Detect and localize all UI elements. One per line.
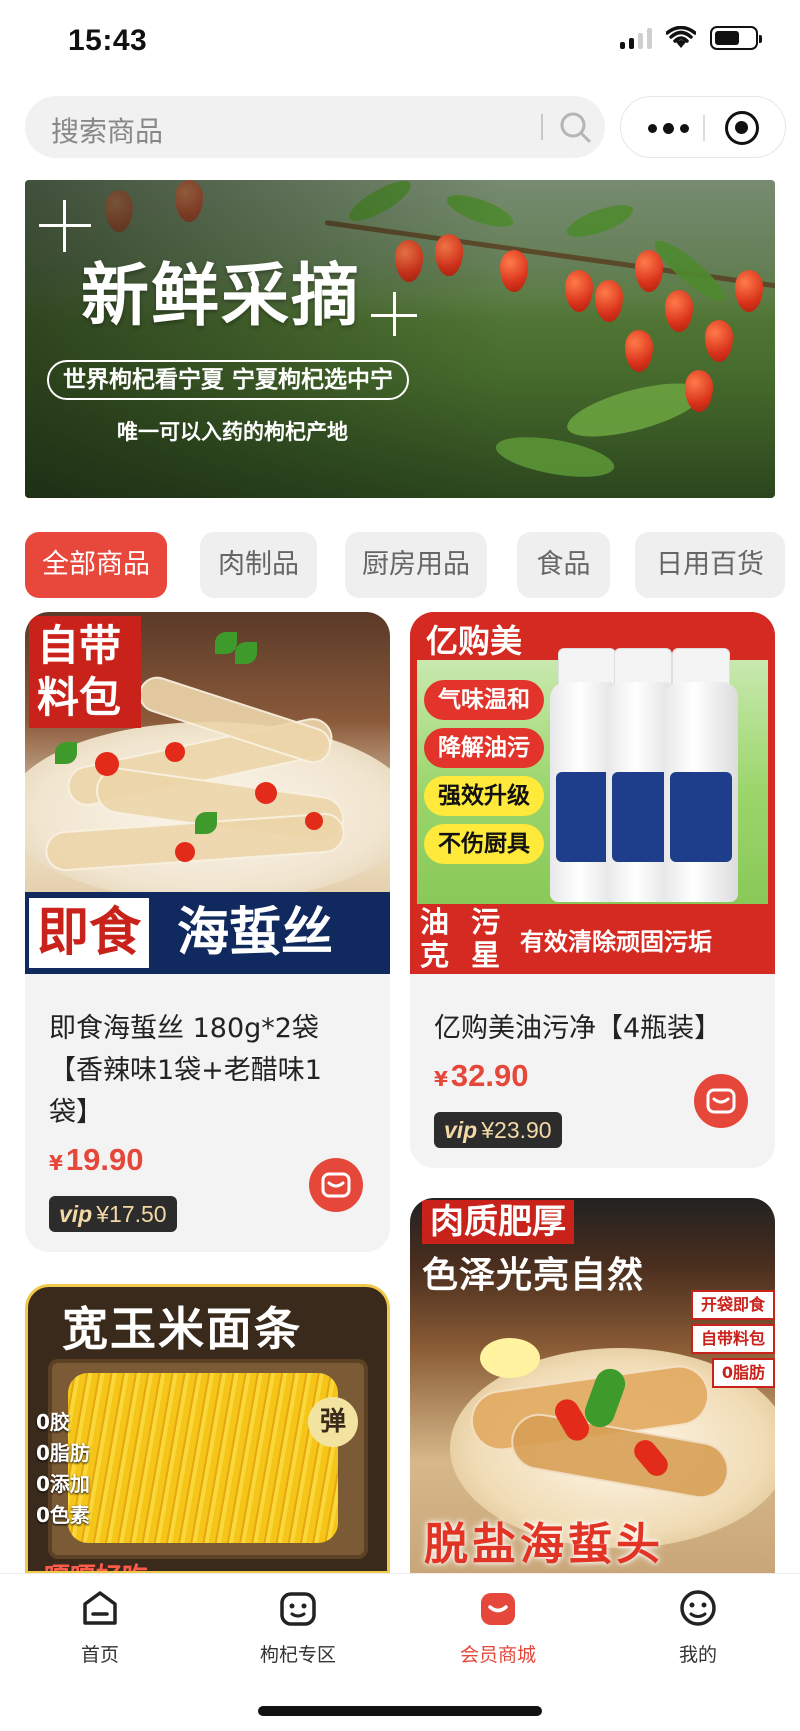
tab-food[interactable]: 食品: [517, 532, 610, 598]
tabbar-item-goji-zone[interactable]: 枸杞专区: [238, 1588, 358, 1667]
product-image-banner: 油 污克 星 有效清除顽固污垢: [410, 904, 775, 974]
category-tabs: 全部商品 肉制品 厨房用品 食品 日用百货: [25, 532, 800, 598]
product-image[interactable]: 亿购美 气味温和 降解油污 强效升级 不伤厨具 油 污克 星 有效清除顽固污垢: [410, 612, 775, 974]
search-placeholder: 搜索商品: [51, 115, 164, 148]
tab-daily-goods[interactable]: 日用百货: [635, 532, 785, 598]
mini-program-capsule: [620, 96, 786, 158]
cart-icon: [321, 1172, 351, 1198]
search-icon[interactable]: [557, 109, 593, 145]
member-mall-icon: [481, 1593, 515, 1625]
add-to-cart-button[interactable]: [694, 1074, 748, 1128]
search-divider: [541, 114, 543, 140]
banner-subtitle: 唯一可以入药的枸杞产地: [117, 419, 348, 444]
product-image-brand: 亿购美: [426, 622, 523, 660]
product-price: ¥32.90: [434, 1058, 529, 1093]
vip-price-badge: vip ¥17.50: [49, 1196, 177, 1232]
product-image-tag: 自带 料包: [29, 616, 141, 728]
product-card[interactable]: 肉质肥厚 色泽光亮自然 开袋即食 自带料包 0脂肪 脱盐海蜇头: [410, 1198, 775, 1574]
product-image-banner: 即食 海蜇丝: [25, 892, 390, 974]
product-price: ¥19.90: [49, 1142, 144, 1177]
home-indicator: [258, 1706, 542, 1716]
battery-icon: [710, 26, 762, 50]
tab-meat-products[interactable]: 肉制品: [200, 532, 317, 598]
close-mini-program-icon[interactable]: [725, 111, 759, 145]
profile-icon: [680, 1590, 716, 1626]
tabbar-item-me[interactable]: 我的: [638, 1588, 758, 1667]
product-image[interactable]: 自带 料包 即食 海蜇丝: [25, 612, 390, 974]
status-icons: [620, 26, 762, 50]
tab-kitchen-supplies[interactable]: 厨房用品: [345, 532, 487, 598]
product-card[interactable]: 自带 料包 即食 海蜇丝 即食海蜇丝 180g*2袋 【香辣味1袋+老醋味1 袋…: [25, 612, 390, 1252]
tabbar-item-home[interactable]: 首页: [40, 1588, 160, 1667]
product-card[interactable]: 亿购美 气味温和 降解油污 强效升级 不伤厨具 油 污克 星 有效清除顽固污垢 …: [410, 612, 775, 1168]
product-card[interactable]: 宽玉米面条 0胶 0脂肪 0添加 0色素 弹 嘎嘎好吃: [25, 1284, 390, 1574]
add-to-cart-button[interactable]: [309, 1158, 363, 1212]
product-image[interactable]: 宽玉米面条 0胶 0脂肪 0添加 0色素 弹 嘎嘎好吃: [25, 1284, 390, 1574]
status-time: 15:43: [68, 24, 148, 57]
promo-banner[interactable]: 新鲜采摘 世界枸杞看宁夏 宁夏枸杞选中宁 唯一可以入药的枸杞产地: [25, 180, 775, 498]
wifi-icon: [666, 26, 696, 48]
signal-icon: [620, 27, 652, 49]
goji-zone-icon: [280, 1592, 316, 1626]
tabbar-item-member-mall[interactable]: 会员商城: [438, 1588, 558, 1667]
banner-slogan: 世界枸杞看宁夏 宁夏枸杞选中宁: [47, 360, 410, 400]
capsule-divider: [703, 115, 705, 141]
vip-price-badge: vip ¥23.90: [434, 1112, 562, 1148]
cart-icon: [706, 1088, 736, 1114]
home-icon: [83, 1591, 117, 1625]
product-name[interactable]: 即食海蜇丝 180g*2袋 【香辣味1袋+老醋味1 袋】: [49, 1008, 322, 1134]
banner-title: 新鲜采摘: [81, 256, 362, 336]
status-bar: 15:43: [0, 0, 800, 86]
tab-all-products[interactable]: 全部商品: [25, 532, 167, 598]
product-image[interactable]: 肉质肥厚 色泽光亮自然 开袋即食 自带料包 0脂肪 脱盐海蜇头: [410, 1198, 775, 1574]
product-name[interactable]: 亿购美油污净【4瓶装】: [434, 1008, 721, 1050]
more-icon[interactable]: [643, 114, 693, 142]
search-input[interactable]: 搜索商品: [25, 96, 605, 158]
product-image-features: 0胶 0脂肪 0添加 0色素: [36, 1410, 90, 1527]
